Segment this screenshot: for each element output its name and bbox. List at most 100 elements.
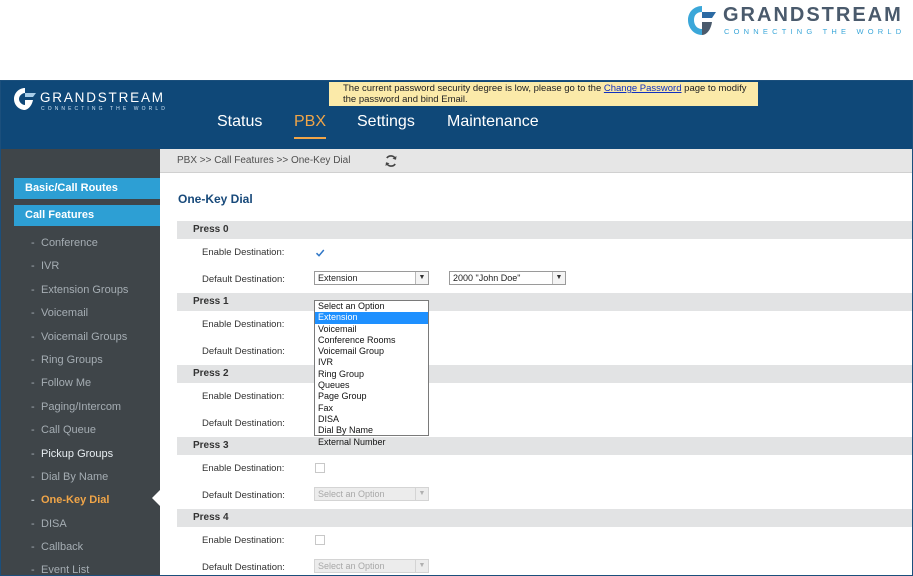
brand-wordmark: GRANDSTREAM xyxy=(723,4,903,26)
dropdown-option[interactable]: Select an Option xyxy=(315,301,428,312)
sidebar-item-disa[interactable]: - DISA xyxy=(31,515,159,533)
select-value: Extension xyxy=(318,273,358,283)
sidebar-item-dial-by-name[interactable]: - Dial By Name xyxy=(31,468,159,486)
dropdown-option[interactable]: Voicemail xyxy=(315,324,428,335)
dropdown-option[interactable]: Dial By Name xyxy=(315,425,428,436)
sidebar-header-call-features[interactable]: Call Features xyxy=(14,205,160,226)
destination-value-select-0[interactable]: 2000 "John Doe" ▼ xyxy=(449,271,566,285)
select-value: 2000 "John Doe" xyxy=(453,273,521,283)
grandstream-logo-icon xyxy=(14,88,36,110)
destination-type-select-0[interactable]: Extension ▼ xyxy=(314,271,429,285)
notice-text-start: The current password security degree is … xyxy=(343,83,604,94)
enable-destination-checkbox-0[interactable] xyxy=(315,248,325,258)
sidebar-item-extension-groups[interactable]: - Extension Groups xyxy=(31,281,159,299)
dropdown-option[interactable]: Extension xyxy=(315,312,428,324)
sidebar-item-ring-groups[interactable]: - Ring Groups xyxy=(31,351,159,369)
section-press-3: Press 3 xyxy=(177,437,912,455)
sidebar-item-pickup-groups[interactable]: - Pickup Groups xyxy=(31,445,159,463)
app-logo-tagline: CONNECTING THE WORLD xyxy=(41,106,168,112)
dropdown-option[interactable]: External Number xyxy=(315,437,428,448)
breadcrumb: PBX >> Call Features >> One-Key Dial xyxy=(160,149,912,173)
sidebar-item-ivr[interactable]: - IVR xyxy=(31,257,159,275)
destination-type-dropdown: Select an Option Extension Voicemail Con… xyxy=(314,300,429,447)
dropdown-option[interactable]: IVR xyxy=(315,357,428,368)
default-destination-label: Default Destination: xyxy=(202,562,285,573)
nav-maintenance[interactable]: Maintenance xyxy=(447,113,539,131)
enable-destination-label: Enable Destination: xyxy=(202,391,285,402)
sidebar-item-label: Extension Groups xyxy=(41,284,129,296)
nav-pbx[interactable]: PBX xyxy=(294,113,327,139)
app-logo[interactable]: GRANDSTREAM CONNECTING THE WORLD xyxy=(13,87,183,121)
sidebar-item-label: Callback xyxy=(41,541,84,553)
dropdown-option[interactable]: Voicemail Group xyxy=(315,346,428,357)
sidebar-item-follow-me[interactable]: - Follow Me xyxy=(31,374,159,392)
sidebar-item-label: Voicemail Groups xyxy=(41,331,128,343)
select-value: Select an Option xyxy=(318,561,385,571)
nav-status[interactable]: Status xyxy=(217,113,262,131)
section-press-0: Press 0 xyxy=(177,221,912,239)
sidebar-item-label: Paging/Intercom xyxy=(41,401,122,413)
dropdown-option[interactable]: Queues xyxy=(315,380,428,391)
sidebar-item-label: IVR xyxy=(41,260,60,272)
change-password-link[interactable]: Change Password xyxy=(604,83,682,94)
dropdown-option[interactable]: Page Group xyxy=(315,391,428,402)
sidebar-item-label: Follow Me xyxy=(41,377,92,389)
app-window: GRANDSTREAM CONNECTING THE WORLD The cur… xyxy=(0,80,913,576)
select-value: Select an Option xyxy=(318,489,385,499)
chevron-down-icon: ▼ xyxy=(415,560,428,572)
sidebar: Basic/Call Routes Call Features - Confere… xyxy=(1,149,160,576)
section-press-4: Press 4 xyxy=(177,509,912,527)
sidebar-item-label: Event List xyxy=(41,564,90,576)
enable-destination-checkbox-4[interactable] xyxy=(315,535,325,545)
enable-destination-label: Enable Destination: xyxy=(202,463,285,474)
sidebar-item-label: Pickup Groups xyxy=(41,448,114,460)
dropdown-option[interactable]: Conference Rooms xyxy=(315,335,428,346)
sidebar-item-one-key-dial[interactable]: - One-Key Dial xyxy=(31,491,159,509)
default-destination-label: Default Destination: xyxy=(202,418,285,429)
sidebar-item-label: One-Key Dial xyxy=(41,494,110,506)
sidebar-item-paging-intercom[interactable]: - Paging/Intercom xyxy=(31,398,159,416)
section-press-2: Press 2 xyxy=(177,365,912,383)
refresh-icon[interactable] xyxy=(384,154,398,168)
enable-destination-label: Enable Destination: xyxy=(202,247,285,258)
sidebar-header-basic-call-routes[interactable]: Basic/Call Routes xyxy=(14,178,160,199)
chevron-down-icon: ▼ xyxy=(552,272,565,284)
dropdown-option[interactable]: DISA xyxy=(315,414,428,425)
main-content: PBX >> Call Features >> One-Key Dial One… xyxy=(160,149,912,575)
sidebar-item-label: Call Queue xyxy=(41,424,97,436)
default-destination-label: Default Destination: xyxy=(202,274,285,285)
enable-destination-label: Enable Destination: xyxy=(202,319,285,330)
enable-destination-checkbox-3[interactable] xyxy=(315,463,325,473)
dropdown-option[interactable]: Fax xyxy=(315,403,428,414)
sidebar-item-call-queue[interactable]: - Call Queue xyxy=(31,421,159,439)
sidebar-item-conference[interactable]: - Conference xyxy=(31,234,159,252)
sidebar-item-event-list[interactable]: - Event List xyxy=(31,561,159,576)
default-destination-label: Default Destination: xyxy=(202,490,285,501)
checkmark-icon xyxy=(315,249,325,257)
sidebar-item-label: DISA xyxy=(41,518,67,530)
destination-type-select-3[interactable]: Select an Option ▼ xyxy=(314,487,429,501)
sidebar-item-label: Voicemail xyxy=(41,307,89,319)
sidebar-item-callback[interactable]: - Callback xyxy=(31,538,159,556)
section-press-1: Press 1 xyxy=(177,293,912,311)
sidebar-item-voicemail-groups[interactable]: - Voicemail Groups xyxy=(31,328,159,346)
breadcrumb-text: PBX >> Call Features >> One-Key Dial xyxy=(177,155,351,166)
nav-settings[interactable]: Settings xyxy=(357,113,415,131)
enable-destination-label: Enable Destination: xyxy=(202,535,285,546)
chevron-down-icon: ▼ xyxy=(415,272,428,284)
chevron-down-icon: ▼ xyxy=(415,488,428,500)
app-header: GRANDSTREAM CONNECTING THE WORLD The cur… xyxy=(1,81,912,149)
dropdown-option[interactable]: Ring Group xyxy=(315,369,428,380)
sidebar-item-label: Ring Groups xyxy=(41,354,103,366)
app-logo-wordmark: GRANDSTREAM xyxy=(40,90,165,105)
sidebar-item-voicemail[interactable]: - Voicemail xyxy=(31,304,159,322)
brand-logo: GRANDSTREAM CONNECTING THE WORLD xyxy=(685,2,913,42)
selected-pointer-icon xyxy=(152,490,160,506)
sidebar-item-label: Conference xyxy=(41,237,98,249)
sidebar-item-label: Dial By Name xyxy=(41,471,109,483)
grandstream-logo-icon xyxy=(688,6,716,35)
destination-type-select-4[interactable]: Select an Option ▼ xyxy=(314,559,429,573)
default-destination-label: Default Destination: xyxy=(202,346,285,357)
brand-tagline: CONNECTING THE WORLD xyxy=(724,27,906,36)
password-notice: The current password security degree is … xyxy=(329,82,758,106)
